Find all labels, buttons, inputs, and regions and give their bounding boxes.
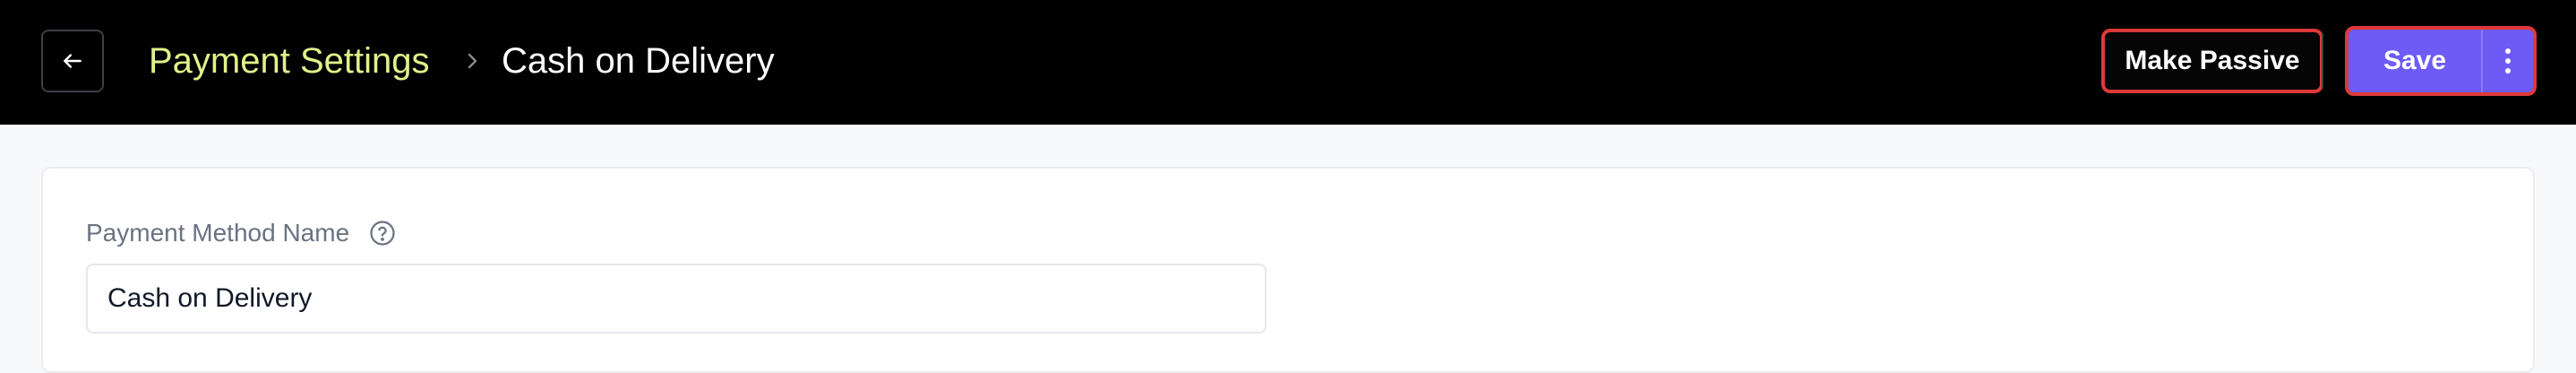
payment-method-name-input[interactable] <box>86 264 1267 334</box>
header-actions: Make Passive Save <box>2098 26 2537 96</box>
save-button[interactable]: Save <box>2348 30 2481 92</box>
chevron-right-icon <box>468 53 477 69</box>
breadcrumb-payment-settings[interactable]: Payment Settings <box>149 36 430 86</box>
top-header: Payment Settings Cash on Delivery Make P… <box>0 0 2576 125</box>
page-title: Cash on Delivery <box>502 41 775 81</box>
settings-card: Payment Method Name <box>41 167 2535 373</box>
make-passive-button[interactable]: Make Passive <box>2101 29 2323 93</box>
back-button[interactable] <box>41 30 104 92</box>
divider <box>2322 33 2323 89</box>
more-vertical-icon <box>2505 48 2511 74</box>
save-split-button: Save <box>2345 26 2537 96</box>
help-circle-icon[interactable] <box>369 220 396 247</box>
payment-method-name-label: Payment Method Name <box>86 219 350 247</box>
more-options-button[interactable] <box>2483 30 2533 92</box>
arrow-left-icon <box>64 54 82 68</box>
